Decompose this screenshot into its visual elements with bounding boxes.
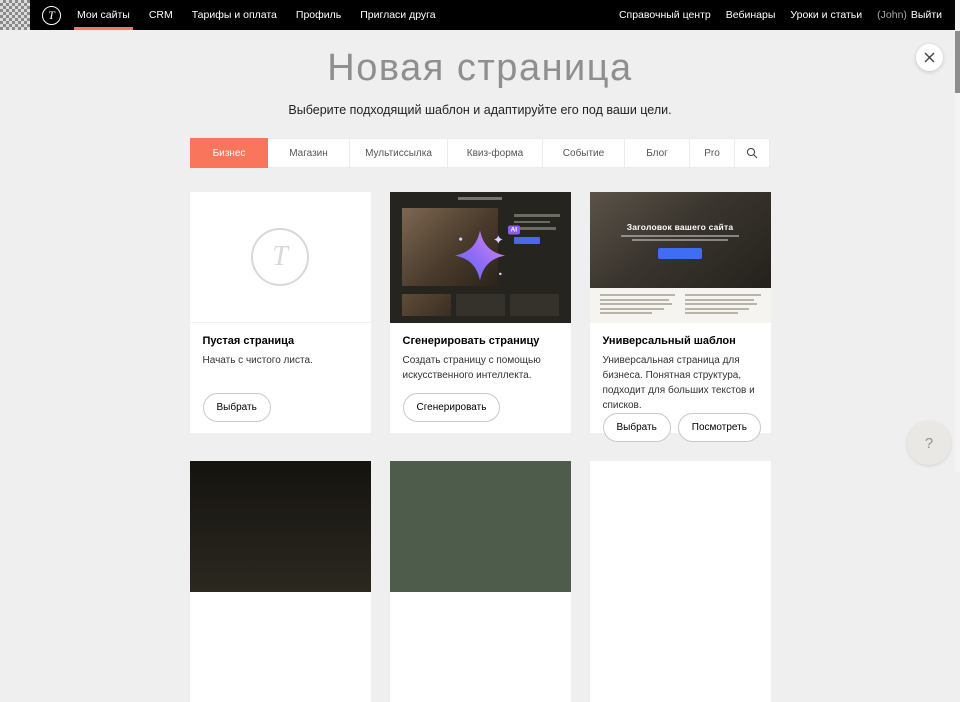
- corner-texture: [0, 0, 30, 30]
- page-title: Новая страница: [0, 47, 960, 90]
- logout-link[interactable]: Выйти: [911, 9, 942, 21]
- tab-pro[interactable]: Pro: [690, 138, 735, 168]
- tab-quiz-form[interactable]: Квиз-форма: [448, 138, 543, 168]
- help-button[interactable]: ?: [907, 421, 951, 465]
- preview-text-columns: [590, 288, 771, 323]
- generate-button[interactable]: Сгенерировать: [403, 393, 501, 422]
- template-cards-row: T Пустая страница Начать с чистого листа…: [190, 192, 771, 433]
- nav-help-center[interactable]: Справочный центр: [619, 0, 711, 30]
- template-preview-partial: [190, 461, 371, 592]
- card-actions: Выбрать Посмотреть: [603, 413, 758, 442]
- card-description: Создать страницу с помощью искусственног…: [403, 353, 558, 383]
- user-name: (John): [877, 9, 907, 21]
- secondary-nav: Справочный центр Вебинары Уроки и статьи…: [619, 0, 942, 30]
- template-card-partial: [190, 461, 371, 702]
- tab-search[interactable]: [735, 138, 770, 168]
- close-icon: [924, 52, 935, 63]
- tab-multilink[interactable]: Мультиссылка: [350, 138, 448, 168]
- user-block: (John) Выйти: [877, 9, 942, 21]
- card-description: Универсальная страница для бизнеса. Поня…: [603, 353, 758, 413]
- search-icon: [746, 147, 758, 159]
- template-preview-partial: [590, 461, 771, 592]
- template-card-partial: [590, 461, 771, 702]
- blank-page-preview: T: [190, 192, 371, 323]
- card-universal-template: Заголовок вашего сайта Универсальный шаб…: [590, 192, 771, 433]
- preview-hero-subtitle-placeholder: [621, 235, 739, 241]
- preview-header-placeholder: [390, 197, 571, 200]
- card-blank-page: T Пустая страница Начать с чистого листа…: [190, 192, 371, 433]
- card-title: Универсальный шаблон: [603, 335, 758, 347]
- card-actions: Сгенерировать: [403, 393, 558, 422]
- tab-blog[interactable]: Блог: [625, 138, 690, 168]
- ai-badge: AI: [508, 225, 521, 234]
- ai-star-icon: AI: [451, 226, 509, 289]
- template-card-partial: [390, 461, 571, 702]
- card-ai-generate: AI Сгенерировать страницу Создать страни…: [390, 192, 571, 433]
- preview-hero: Заголовок вашего сайта: [590, 192, 771, 288]
- tilda-logo[interactable]: T: [42, 6, 61, 25]
- tilda-mark-icon: T: [251, 228, 309, 286]
- card-actions: Выбрать: [203, 393, 358, 422]
- ai-generate-preview: AI: [390, 192, 571, 323]
- nav-profile[interactable]: Профиль: [296, 0, 341, 30]
- card-title: Сгенерировать страницу: [403, 335, 558, 347]
- preview-hero-button-placeholder: [658, 248, 702, 259]
- tab-business[interactable]: Бизнес: [190, 138, 268, 168]
- card-title: Пустая страница: [203, 335, 358, 347]
- tab-shop[interactable]: Магазин: [268, 138, 350, 168]
- tilda-logo-letter: T: [48, 8, 55, 23]
- card-body: Универсальный шаблон Универсальная стран…: [590, 323, 771, 453]
- select-blank-button[interactable]: Выбрать: [203, 393, 271, 422]
- preview-template-button[interactable]: Посмотреть: [678, 413, 761, 442]
- universal-template-preview: Заголовок вашего сайта: [590, 192, 771, 323]
- template-tabs: Бизнес Магазин Мультиссылка Квиз-форма С…: [190, 138, 770, 168]
- preview-text-column: [600, 294, 676, 317]
- preview-hero-heading: Заголовок вашего сайта: [627, 222, 734, 232]
- template-preview-partial: [390, 461, 571, 592]
- preview-text-column: [685, 294, 761, 317]
- page-subtitle: Выберите подходящий шаблон и адаптируйте…: [0, 103, 960, 117]
- card-body: Сгенерировать страницу Создать страницу …: [390, 323, 571, 433]
- close-button[interactable]: [916, 44, 943, 71]
- nav-lessons[interactable]: Уроки и статьи: [790, 0, 862, 30]
- preview-gallery-placeholder: [402, 294, 560, 316]
- main-nav: Мои сайты CRM Тарифы и оплата Профиль Пр…: [77, 0, 436, 30]
- help-label: ?: [925, 435, 933, 452]
- topbar: T Мои сайты CRM Тарифы и оплата Профиль …: [0, 0, 955, 30]
- preview-text-placeholder: [514, 214, 560, 244]
- card-description: Начать с чистого листа.: [203, 353, 358, 368]
- nav-crm[interactable]: CRM: [149, 0, 173, 30]
- nav-webinars[interactable]: Вебинары: [726, 0, 776, 30]
- preview-button-placeholder: [514, 237, 540, 244]
- nav-billing[interactable]: Тарифы и оплата: [192, 0, 277, 30]
- nav-my-sites[interactable]: Мои сайты: [77, 0, 130, 30]
- card-body: Пустая страница Начать с чистого листа. …: [190, 323, 371, 433]
- select-template-button[interactable]: Выбрать: [603, 413, 671, 442]
- template-cards-row-partial: [190, 461, 771, 702]
- nav-invite-friend[interactable]: Пригласи друга: [360, 0, 435, 30]
- scrollbar[interactable]: [955, 0, 960, 472]
- tab-event[interactable]: Событие: [543, 138, 625, 168]
- scrollbar-thumb[interactable]: [955, 31, 960, 93]
